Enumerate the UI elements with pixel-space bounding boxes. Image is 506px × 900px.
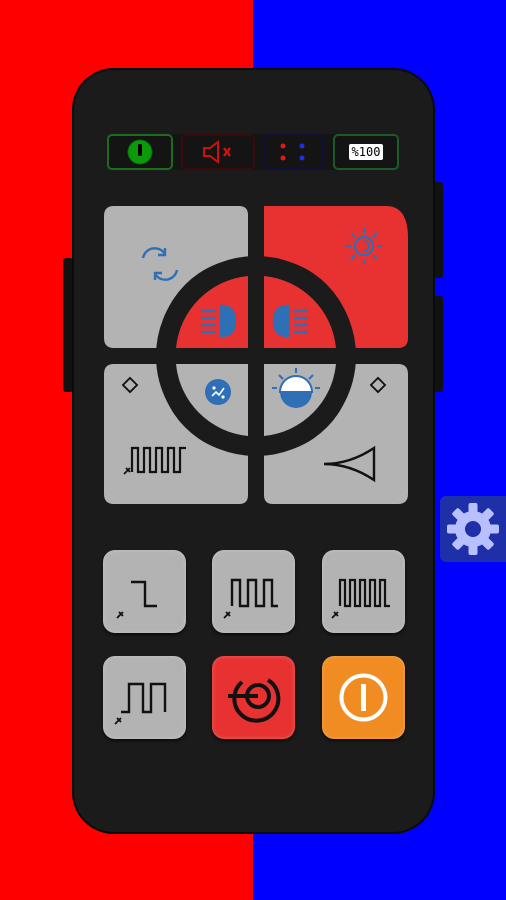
red-blue-dots-icon bbox=[280, 143, 305, 161]
speaker-muted-icon bbox=[203, 140, 231, 164]
status-bar: %100 bbox=[107, 134, 399, 170]
step-wave-icon bbox=[116, 580, 157, 619]
power-side-button bbox=[434, 182, 443, 278]
side-button-lower bbox=[434, 296, 443, 392]
light-indicator[interactable] bbox=[263, 134, 323, 170]
dim-icon bbox=[205, 379, 231, 405]
volume-indicator: %100 bbox=[333, 134, 399, 170]
gear-icon bbox=[447, 503, 499, 555]
fast-square-wave-icon bbox=[331, 578, 390, 619]
step-wave-button[interactable] bbox=[103, 550, 186, 633]
power-icon bbox=[339, 673, 388, 722]
broadcast-icon bbox=[228, 678, 281, 723]
pulse-wave-icon bbox=[114, 682, 167, 725]
dpad bbox=[104, 206, 408, 504]
mute-indicator[interactable] bbox=[181, 134, 255, 170]
broadcast-button[interactable] bbox=[212, 656, 295, 739]
power-icon bbox=[127, 139, 153, 165]
fast-square-wave-button[interactable] bbox=[322, 550, 405, 633]
volume-percent: %100 bbox=[348, 144, 384, 160]
square-wave-icon bbox=[223, 578, 278, 619]
settings-button[interactable] bbox=[440, 496, 506, 562]
power-indicator[interactable] bbox=[107, 134, 173, 170]
square-wave-button[interactable] bbox=[212, 550, 295, 633]
main-power-button[interactable] bbox=[322, 656, 405, 739]
pulse-wave-button[interactable] bbox=[103, 656, 186, 739]
